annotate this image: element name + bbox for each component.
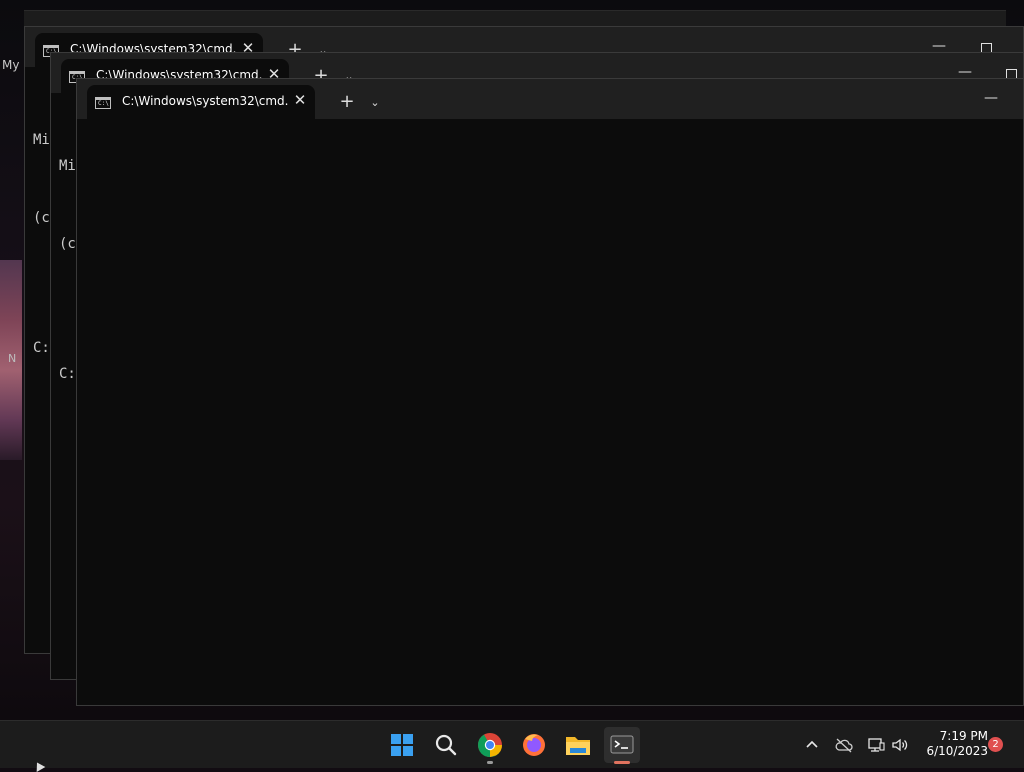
taskbar-chrome[interactable] [472,727,508,764]
volume-tray-button[interactable] [890,735,910,755]
clock-date: 6/10/2023 [926,744,988,758]
network-tray-button[interactable] [866,735,886,755]
network-icon [868,738,885,752]
taskbar-terminal[interactable] [604,727,640,764]
firefox-icon [523,734,545,756]
taskbar-firefox[interactable] [516,727,552,763]
notification-badge[interactable]: 2 [988,737,1003,752]
folder-icon [566,737,590,755]
onedrive-tray-button[interactable] [834,735,854,755]
clock-time: 7:19 PM [939,729,988,743]
chevron-down-icon[interactable]: ⌄ [365,91,385,115]
search-icon [435,734,457,756]
desktop-icon-label[interactable]: N [8,352,16,365]
chrome-icon [478,733,502,758]
speaker-icon [892,738,908,752]
new-tab-button[interactable]: + [335,91,359,115]
taskbar-file-explorer[interactable] [560,727,596,763]
tab-title: C:\Windows\system32\cmd.exe [122,94,288,108]
active-indicator [614,761,630,764]
taskbar-clock[interactable]: 7:19 PM 6/10/2023 [918,729,988,759]
cmd-icon: C:\ [95,97,111,109]
terminal-window-active[interactable]: C:\ C:\Windows\system32\cmd.exe ✕ + ⌄ — [76,78,1024,706]
window-titlebar[interactable]: C:\ C:\Windows\system32\cmd.exe ✕ + ⌄ — [77,79,1023,119]
start-button[interactable] [384,727,420,763]
windows-logo-icon [391,734,413,756]
tab-cmd[interactable]: C:\ C:\Windows\system32\cmd.exe ✕ [87,85,315,119]
desktop-icon-label[interactable]: My [2,58,19,72]
cloud-offline-icon [835,738,853,753]
show-hidden-icons-button[interactable] [802,735,822,755]
running-indicator [487,761,493,764]
terminal-icon [610,735,634,754]
taskbar: 7:19 PM 6/10/2023 2 [0,720,1024,768]
minimize-button[interactable]: — [981,91,1001,109]
close-tab-button[interactable]: ✕ [291,91,309,109]
search-button[interactable] [428,727,464,763]
chevron-up-icon [806,740,818,748]
